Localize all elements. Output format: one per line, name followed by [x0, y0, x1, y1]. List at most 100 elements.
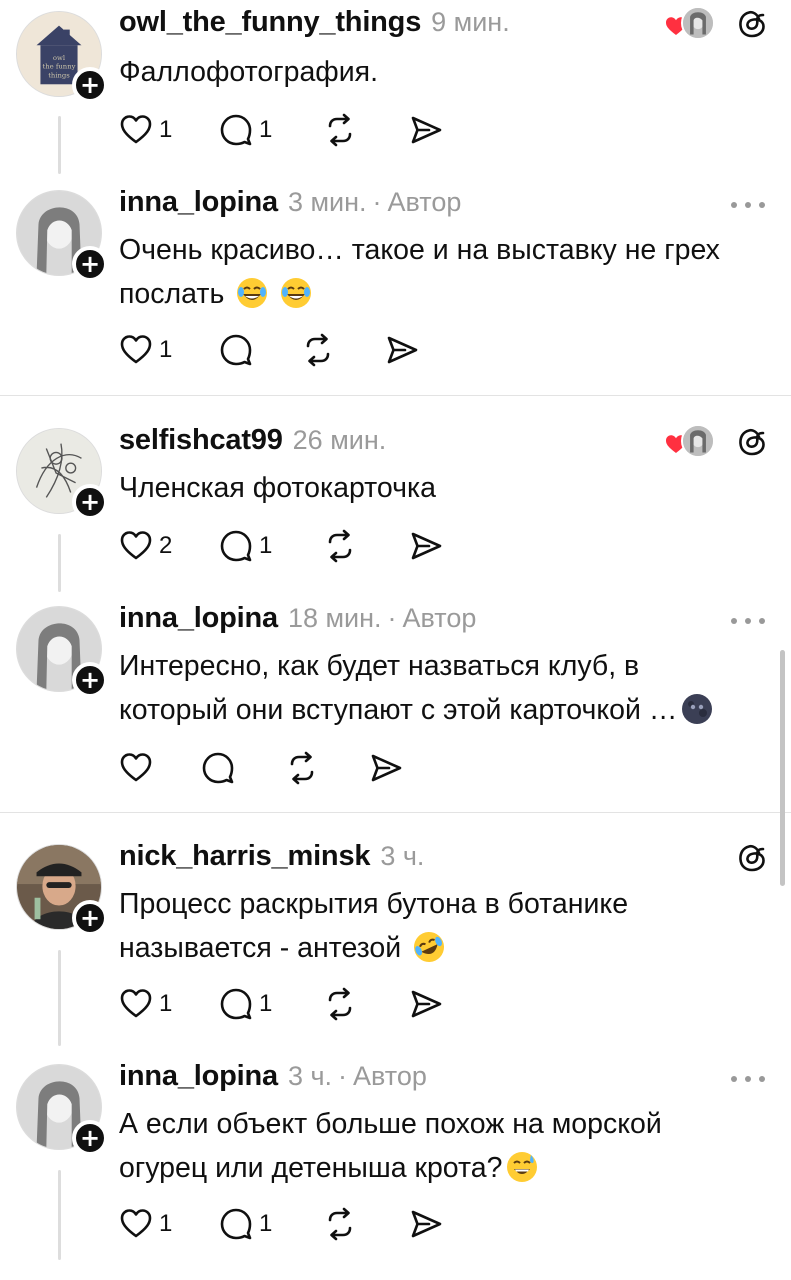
repost-icon [323, 529, 357, 563]
avatar[interactable]: + [16, 606, 108, 698]
username[interactable]: selfishcat99 [119, 424, 283, 457]
more-icon[interactable] [731, 200, 765, 210]
reply-button[interactable]: 1 [219, 1204, 323, 1244]
like-count: 1 [159, 116, 173, 143]
heart-icon [119, 529, 153, 563]
comment-text: Интересно, как будет назваться клуб, в к… [119, 644, 769, 732]
like-button[interactable] [119, 748, 201, 788]
comment-meta: 3 мин. · Автор [287, 187, 462, 217]
comment-text-line: который они вступают с этой карточкой … [119, 694, 678, 726]
thread-line [58, 1170, 61, 1260]
username[interactable]: inna_lopina [119, 1060, 278, 1093]
repost-button[interactable] [323, 110, 409, 150]
avatar[interactable]: + [16, 844, 108, 936]
follow-plus-icon[interactable]: + [72, 900, 108, 936]
username[interactable]: inna_lopina [119, 602, 278, 635]
repost-icon [323, 1207, 357, 1241]
username[interactable]: owl_the_funny_things [119, 6, 421, 39]
reply-button[interactable]: 1 [219, 110, 323, 150]
reply-button[interactable] [219, 330, 301, 370]
comment-item: + inna_lopina 3 ч. · Автор А если объект б… [0, 1054, 791, 1280]
share-button[interactable] [409, 984, 443, 1024]
tears-of-joy-emoji [237, 278, 268, 308]
author-label: Автор [402, 603, 477, 633]
repost-button[interactable] [323, 984, 409, 1024]
share-button[interactable] [409, 110, 443, 150]
more-icon[interactable] [731, 1074, 765, 1084]
follow-plus-icon[interactable]: + [72, 246, 108, 282]
avatar[interactable]: owl the funny things + [16, 11, 108, 103]
thread-line [58, 116, 61, 174]
threads-icon[interactable] [735, 840, 769, 874]
like-count: 2 [159, 532, 173, 559]
repost-button[interactable] [323, 526, 409, 566]
like-button[interactable]: 1 [119, 984, 219, 1024]
repost-button[interactable] [301, 330, 385, 370]
comment-text-line: Очень красиво… такое и на выставку не гр… [119, 234, 720, 266]
comment-text-line: огурец или детеныша крота? [119, 1152, 503, 1184]
rolling-on-floor-laughing-emoji [414, 932, 445, 962]
follow-plus-icon[interactable]: + [72, 67, 108, 103]
tears-of-joy-emoji [281, 278, 312, 308]
more-icon[interactable] [731, 616, 765, 626]
comment-text-line: Интересно, как будет назваться клуб, в [119, 650, 640, 682]
reply-button[interactable]: 1 [219, 526, 323, 566]
share-button[interactable] [409, 526, 443, 566]
reply-count: 1 [259, 1210, 273, 1237]
comment-text-line: называется - антезой [119, 932, 402, 964]
author-mini-avatar [681, 424, 715, 458]
repost-button[interactable] [323, 1204, 409, 1244]
avatar[interactable]: + [16, 190, 108, 282]
author-mini-avatar [681, 6, 715, 40]
reply-button[interactable] [201, 748, 285, 788]
follow-plus-icon[interactable]: + [72, 1120, 108, 1156]
like-button[interactable]: 1 [119, 1204, 219, 1244]
comment-text: А если объект больше похож на морской ог… [119, 1102, 769, 1190]
comment-text: Очень красиво… такое и на выставку не гр… [119, 228, 769, 316]
repost-icon [323, 113, 357, 147]
new-moon-face-emoji [682, 694, 713, 724]
username[interactable]: inna_lopina [119, 186, 278, 219]
comment-icon [219, 529, 253, 563]
reply-count: 1 [259, 532, 273, 559]
avatar-text-2: the funny [43, 63, 76, 71]
heart-icon [119, 1207, 153, 1241]
like-button[interactable]: 1 [119, 110, 219, 150]
comment-text: Процесс раскрытия бутона в ботанике назы… [119, 882, 769, 970]
comment-icon [219, 113, 253, 147]
follow-plus-icon[interactable]: + [72, 484, 108, 520]
threads-icon[interactable] [735, 424, 769, 458]
username[interactable]: nick_harris_minsk [119, 840, 371, 873]
timestamp: 3 ч. [287, 1061, 333, 1091]
timestamp: 18 мин. [287, 603, 382, 633]
like-count: 1 [159, 990, 173, 1017]
timestamp: 9 мин. [431, 7, 510, 37]
share-icon [409, 1207, 443, 1241]
comment-meta: 3 ч. · Автор [287, 1061, 427, 1091]
comment-text: Членская фотокарточка [119, 466, 769, 510]
avatar[interactable]: + [16, 1064, 108, 1156]
comment-icon [219, 333, 253, 367]
thread-line [58, 534, 61, 592]
threads-icon[interactable] [735, 6, 769, 40]
share-button[interactable] [409, 1204, 443, 1244]
avatar[interactable]: + [16, 428, 108, 520]
like-button[interactable]: 2 [119, 526, 219, 566]
comment-item: + selfishcat99 26 мин. Членская фотокарт… [0, 418, 791, 596]
share-button[interactable] [385, 330, 419, 370]
comment-item: + inna_lopina 3 мин. · Автор Очень красиво… [0, 180, 791, 395]
repost-button[interactable] [285, 748, 369, 788]
heart-icon [119, 751, 153, 785]
like-count: 1 [159, 1210, 173, 1237]
comment-text-line: А если объект больше похож на морской [119, 1108, 662, 1140]
author-label: Автор [353, 1061, 427, 1091]
divider [0, 395, 791, 396]
follow-plus-icon[interactable]: + [72, 662, 108, 698]
share-button[interactable] [369, 748, 403, 788]
like-button[interactable]: 1 [119, 330, 219, 370]
reply-button[interactable]: 1 [219, 984, 323, 1024]
share-icon [409, 529, 443, 563]
comment-item: + nick_harris_minsk 3 ч. Процесс раскрыт… [0, 834, 791, 1054]
scrollbar[interactable] [780, 650, 785, 886]
comment-meta: 18 мин. · Автор [287, 603, 477, 633]
